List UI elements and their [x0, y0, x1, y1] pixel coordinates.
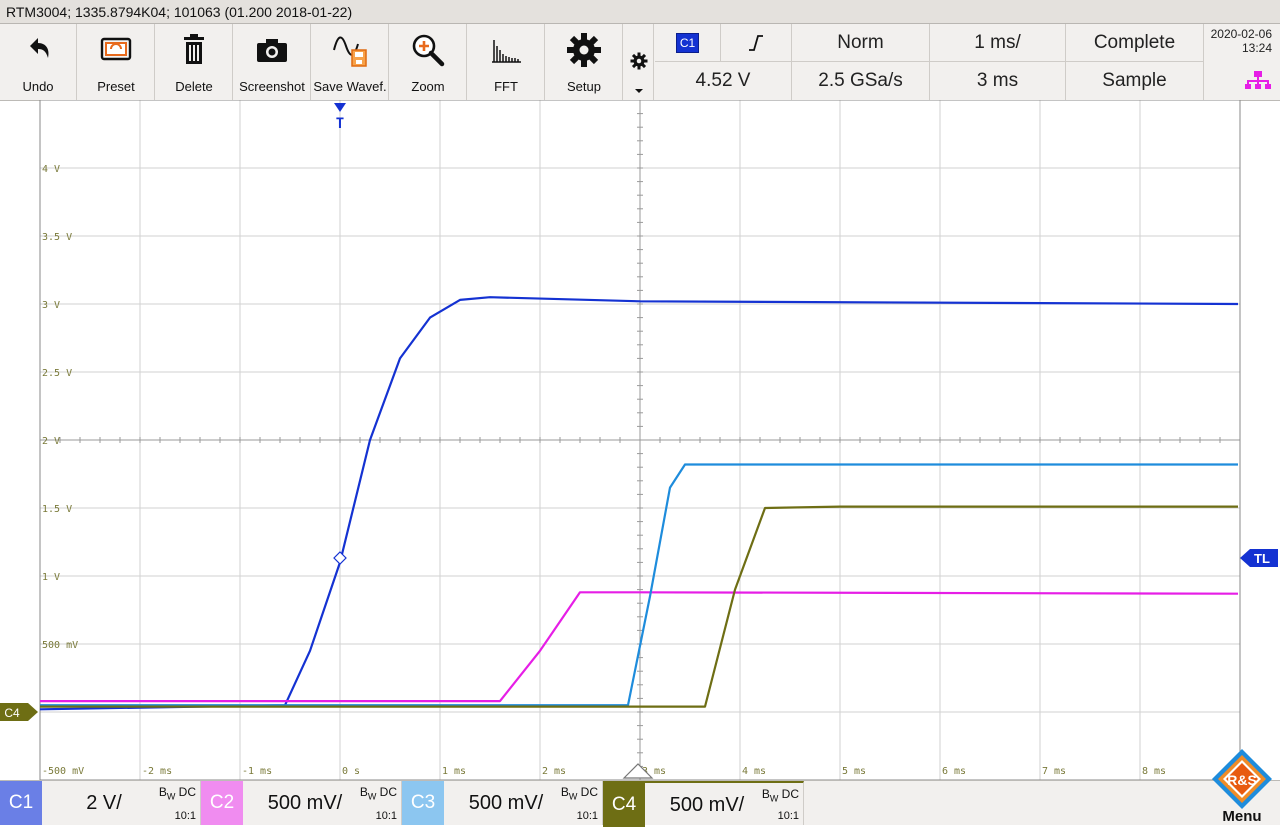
trigger-level-marker[interactable]: TL: [1240, 549, 1278, 567]
trigger-level-label: TL: [1254, 551, 1270, 566]
channel-c3[interactable]: C3 500 mV/ BW DC 10:1: [402, 781, 603, 825]
channel-c1[interactable]: C1 2 V/ BW DC 10:1: [0, 781, 201, 825]
channel-c3-scale: 500 mV/: [468, 791, 544, 814]
undo-button[interactable]: Undo: [0, 24, 77, 100]
datetime-display: 2020-02-06 13:24: [1204, 24, 1280, 100]
channel-c3-tag: C3: [402, 781, 444, 825]
horizontal-position[interactable]: 3 ms: [930, 62, 1066, 100]
channel-c1-scale: 2 V/: [86, 791, 122, 814]
save-waveform-button[interactable]: Save Wavef.: [312, 24, 389, 100]
delete-label: Delete: [175, 79, 213, 94]
c4-offset-label: C4: [4, 706, 20, 720]
channel-bar: C1 2 V/ BW DC 10:1 C2 500 mV/ BW DC 10:1…: [0, 749, 1280, 827]
channel-c2[interactable]: C2 500 mV/ BW DC 10:1: [201, 781, 402, 825]
fft-button[interactable]: FFT: [468, 24, 545, 100]
x-tick-label: 6 ms: [942, 766, 966, 777]
x-tick-label: -1 ms: [242, 766, 272, 777]
channel-c3-coupling: BW DC: [560, 785, 598, 802]
timebase-scale[interactable]: 1 ms/: [930, 24, 1066, 62]
network-icon: [1245, 71, 1271, 89]
zoom-label: Zoom: [411, 79, 445, 94]
x-tick-label: -2 ms: [142, 766, 172, 777]
trash-icon: [156, 32, 232, 68]
fft-icon: [468, 32, 544, 68]
undo-icon: [0, 32, 76, 68]
date-text: 2020-02-06: [1210, 27, 1272, 41]
toolbar: Undo Preset Delete Screenshot Save Wavef…: [0, 24, 1280, 101]
trigger-source-badge: C1: [675, 32, 700, 53]
y-tick-label: 1 V: [42, 572, 60, 583]
channel-c1-ratio: 10:1: [174, 810, 196, 822]
menu-button[interactable]: R&S Menu: [1204, 749, 1280, 825]
zoom-button[interactable]: Zoom: [390, 24, 467, 100]
save-waveform-icon: [312, 32, 388, 68]
acquisition-state[interactable]: Complete: [1066, 24, 1204, 62]
preset-button[interactable]: Preset: [78, 24, 155, 100]
waveform-display[interactable]: 4 V 3.5 V 3 V 2.5 V 2 V 1.5 V 1 V 500 mV -500 mV…: [0, 100, 1280, 780]
y-tick-label: 3.5 V: [42, 232, 72, 243]
save-waveform-label: Save Wavef.: [313, 79, 387, 94]
x-tick-label: 2 ms: [542, 766, 566, 777]
rising-edge-icon: [749, 34, 763, 51]
preset-icon: [78, 32, 154, 68]
channel-c3-ratio: 10:1: [576, 810, 598, 822]
setup-label: Setup: [567, 79, 601, 94]
channel-c4-scale: 500 mV/: [669, 793, 745, 816]
channel-c2-coupling: BW DC: [359, 785, 397, 802]
channel-c2-scale: 500 mV/: [267, 791, 343, 814]
x-tick-label: 5 ms: [842, 766, 866, 777]
time-text: 13:24: [1241, 41, 1272, 55]
menu-label: Menu: [1222, 808, 1262, 825]
channel-c1-tag: C1: [0, 781, 42, 825]
trigger-marker-label: T: [336, 116, 344, 132]
channel-c4-ratio: 10:1: [777, 810, 799, 822]
rs-logo-icon: R&S: [1212, 749, 1272, 809]
gear-icon: [546, 32, 622, 68]
y-tick-label: 500 mV: [42, 640, 78, 651]
y-tick-label: 4 V: [42, 164, 60, 175]
fft-label: FFT: [494, 79, 518, 94]
x-tick-label: 1 ms: [442, 766, 466, 777]
channel-c2-tag: C2: [201, 781, 243, 825]
y-tick-label: 3 V: [42, 300, 60, 311]
y-tick-label: -500 mV: [42, 766, 84, 777]
screenshot-button[interactable]: Screenshot: [234, 24, 311, 100]
acquisition-mode[interactable]: Sample: [1066, 62, 1204, 100]
preset-label: Preset: [97, 79, 135, 94]
camera-icon: [234, 32, 310, 68]
x-tick-label: 4 ms: [742, 766, 766, 777]
sample-rate[interactable]: 2.5 GSa/s: [792, 62, 930, 100]
x-tick-label: 7 ms: [1042, 766, 1066, 777]
y-tick-label: 1.5 V: [42, 504, 72, 515]
delete-button[interactable]: Delete: [156, 24, 233, 100]
channel-c1-coupling: BW DC: [158, 785, 196, 802]
svg-text:R&S: R&S: [1227, 772, 1257, 788]
trigger-source-cell[interactable]: C1: [655, 24, 721, 62]
trigger-mode[interactable]: Norm: [792, 24, 930, 62]
channel-c4[interactable]: C4 500 mV/ BW DC 10:1: [603, 781, 804, 827]
y-tick-label: 2 V: [42, 436, 60, 447]
setup-button[interactable]: Setup: [546, 24, 623, 100]
small-gear-icon: [630, 52, 648, 70]
dropdown-arrow-icon: [635, 89, 643, 93]
x-tick-label: 0 s: [342, 766, 360, 777]
channel-c2-ratio: 10:1: [375, 810, 397, 822]
channel-c4-coupling: BW DC: [761, 787, 799, 804]
window-title: RTM3004; 1335.8794K04; 101063 (01.200 20…: [0, 0, 1280, 24]
zoom-icon: [390, 32, 466, 68]
quick-settings-button[interactable]: [624, 24, 654, 100]
screenshot-label: Screenshot: [239, 79, 305, 94]
trigger-slope-cell[interactable]: [721, 24, 792, 62]
x-tick-label: 8 ms: [1142, 766, 1166, 777]
y-tick-label: 2.5 V: [42, 368, 72, 379]
undo-label: Undo: [22, 79, 54, 94]
c4-offset-marker[interactable]: C4: [0, 703, 38, 721]
trigger-level[interactable]: 4.52 V: [655, 62, 792, 100]
channel-c4-tag: C4: [603, 783, 645, 827]
